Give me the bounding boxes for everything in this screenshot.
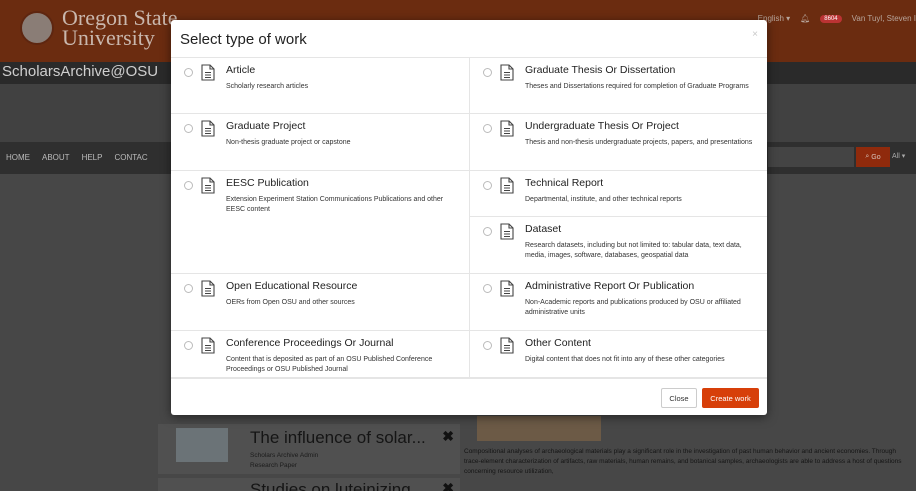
- work-type-description: Extension Experiment Station Communicati…: [226, 196, 444, 213]
- notification-badge[interactable]: 8604: [820, 14, 842, 23]
- work-type-option-graduate-project[interactable]: Graduate Project Non-thesis graduate proj…: [171, 114, 469, 171]
- work-type-title: EESC Publication: [226, 177, 309, 189]
- nav-about[interactable]: ABOUT: [42, 153, 70, 162]
- work-type-title: Undergraduate Thesis Or Project: [525, 120, 679, 132]
- search-scope-dropdown[interactable]: All ▾: [892, 147, 905, 167]
- work-type-radio[interactable]: [184, 284, 193, 293]
- work-type-option-technical-report[interactable]: Technical Report Departmental, institute,…: [469, 171, 767, 217]
- work-type-option-dataset[interactable]: Dataset Research datasets, including but …: [469, 217, 767, 274]
- work-type-description: Non-Academic reports and publications pr…: [525, 299, 741, 316]
- work-type: Research Paper: [250, 462, 297, 469]
- remove-work-icon[interactable]: ✖: [442, 480, 454, 491]
- work-type-description: Digital content that does not fit into a…: [525, 356, 725, 363]
- search-go-button[interactable]: ⌕ Go: [856, 147, 890, 167]
- document-icon: [201, 120, 215, 137]
- logo-line2: University: [62, 25, 155, 50]
- work-type-title: Administrative Report Or Publication: [525, 280, 695, 292]
- work-type-title: Technical Report: [525, 177, 604, 189]
- close-button[interactable]: Close: [661, 388, 697, 408]
- work-type-option-article[interactable]: Article Scholarly research articles: [171, 58, 469, 114]
- work-type-option-open-educational-resource[interactable]: Open Educational Resource OERs from Open …: [171, 274, 469, 331]
- work-title[interactable]: Studies on luteinizing...: [250, 480, 425, 491]
- document-icon: [500, 64, 514, 81]
- work-type-description: Research datasets, including but not lim…: [525, 242, 742, 259]
- work-type-radio[interactable]: [483, 181, 492, 190]
- work-type-radio[interactable]: [483, 341, 492, 350]
- document-icon: [500, 337, 514, 354]
- work-list-item[interactable]: Studies on luteinizing... ✖: [158, 478, 460, 491]
- work-type-title: Other Content: [525, 337, 591, 349]
- work-description: Compositional analyses of archaeological…: [464, 448, 902, 475]
- work-type-option-administrative-report-or-publication[interactable]: Administrative Report Or Publication Non-…: [469, 274, 767, 331]
- osu-seal-icon: [20, 11, 54, 45]
- work-type-description: Content that is deposited as part of an …: [226, 356, 433, 373]
- osu-logo[interactable]: Oregon State University: [20, 7, 177, 50]
- work-type-radio[interactable]: [483, 227, 492, 236]
- work-type-radio[interactable]: [483, 68, 492, 77]
- work-type-radio[interactable]: [483, 124, 492, 133]
- work-type-title: Conference Proceedings Or Journal: [226, 337, 394, 349]
- search-icon: ⌕: [865, 153, 870, 160]
- nav-help[interactable]: HELP: [82, 153, 103, 162]
- work-type-radio[interactable]: [184, 124, 193, 133]
- document-icon: [500, 177, 514, 194]
- work-type-title: Dataset: [525, 223, 562, 235]
- document-icon: [500, 120, 514, 137]
- select-work-type-modal: Select type of work × Article Scholarly r…: [171, 20, 767, 415]
- work-thumbnail: [176, 428, 228, 462]
- document-icon: [500, 280, 514, 297]
- work-image: [477, 416, 601, 441]
- go-label: Go: [871, 153, 881, 161]
- work-type-radio[interactable]: [184, 341, 193, 350]
- work-type-option-eesc-publication[interactable]: EESC Publication Extension Experiment Sta…: [171, 171, 469, 274]
- work-type-option-other-content[interactable]: Other Content Digital content that does n…: [469, 331, 767, 378]
- nav-contact[interactable]: CONTAC: [114, 153, 147, 162]
- work-type-option-undergraduate-thesis-or-project[interactable]: Undergraduate Thesis Or Project Thesis an…: [469, 114, 767, 171]
- work-list-item[interactable]: The influence of solar... Scholars Archi…: [158, 424, 460, 474]
- modal-header: Select type of work ×: [171, 20, 767, 58]
- nav-home[interactable]: HOME: [6, 153, 30, 162]
- document-icon: [201, 177, 215, 194]
- close-icon[interactable]: ×: [752, 29, 758, 40]
- work-owner: Scholars Archive Admin: [250, 452, 319, 459]
- work-type-radio[interactable]: [184, 68, 193, 77]
- work-type-description: Theses and Dissertations required for co…: [525, 83, 749, 90]
- work-type-description: OERs from Open OSU and other sources: [226, 299, 355, 306]
- work-type-radio[interactable]: [184, 181, 193, 190]
- work-type-description: Thesis and non-thesis undergraduate proj…: [525, 139, 753, 146]
- work-type-description: Non-thesis graduate project or capstone: [226, 139, 351, 146]
- user-menu[interactable]: Van Tuyl, Steven I: [852, 14, 916, 23]
- create-work-button[interactable]: Create work: [702, 388, 759, 408]
- work-type-description: Departmental, institute, and other techn…: [525, 196, 682, 203]
- work-type-option-conference-proceedings-or-journal[interactable]: Conference Proceedings Or Journal Content…: [171, 331, 469, 378]
- work-type-title: Graduate Thesis Or Dissertation: [525, 64, 676, 76]
- document-icon: [201, 337, 215, 354]
- work-type-title: Open Educational Resource: [226, 280, 358, 292]
- work-type-radio[interactable]: [483, 284, 492, 293]
- bell-icon[interactable]: 🔔︎: [800, 14, 810, 23]
- work-title[interactable]: The influence of solar...: [250, 428, 426, 448]
- modal-footer: Close Create work: [171, 378, 767, 415]
- document-icon: [500, 223, 514, 240]
- search-input[interactable]: [768, 147, 854, 167]
- work-type-description: Scholarly research articles: [226, 83, 309, 90]
- site-title[interactable]: ScholarsArchive@OSU: [2, 63, 158, 80]
- modal-title: Select type of work: [180, 31, 307, 48]
- work-type-title: Graduate Project: [226, 120, 306, 132]
- document-icon: [201, 64, 215, 81]
- remove-work-icon[interactable]: ✖: [442, 428, 454, 445]
- work-type-title: Article: [226, 64, 256, 76]
- document-icon: [201, 280, 215, 297]
- work-type-option-graduate-thesis-or-dissertation[interactable]: Graduate Thesis Or Dissertation Theses an…: [469, 58, 767, 114]
